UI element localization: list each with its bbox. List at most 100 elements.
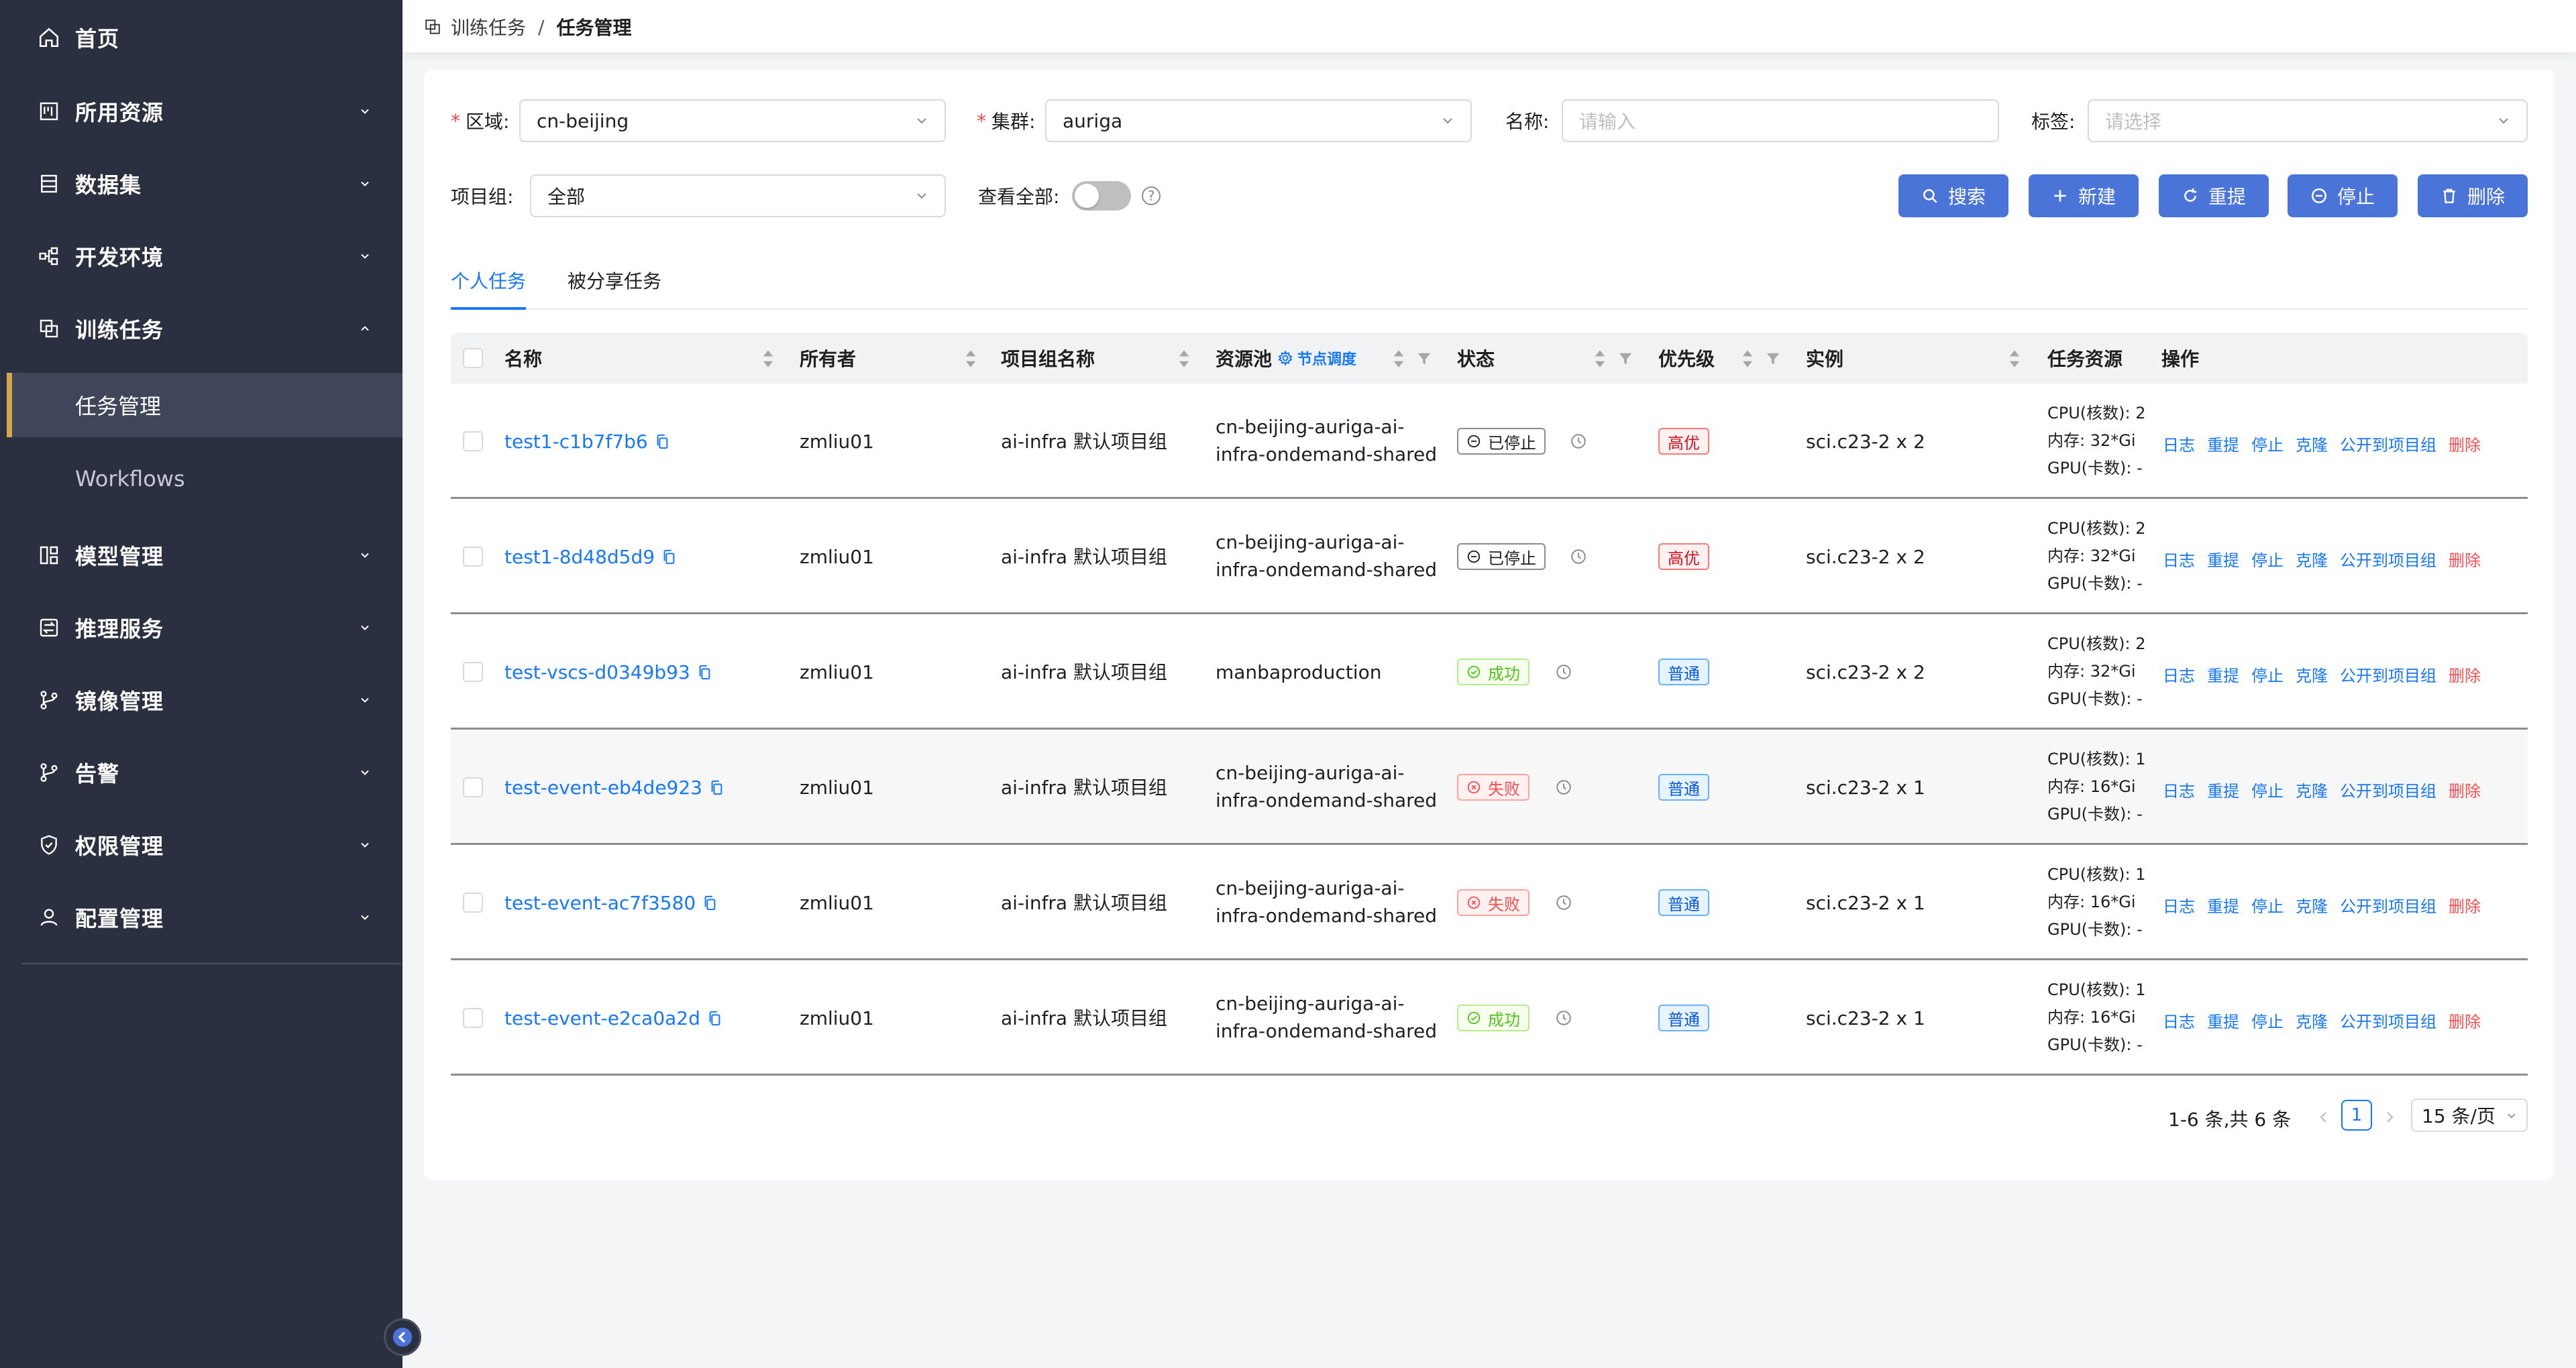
tab-shared-tasks[interactable]: 被分享任务: [568, 267, 661, 294]
filter-icon[interactable]: [1417, 351, 1432, 366]
search-button[interactable]: 搜索: [1898, 174, 2008, 217]
breadcrumb-parent[interactable]: 训练任务: [451, 13, 526, 40]
copy-icon[interactable]: [697, 665, 712, 681]
clone-link[interactable]: 克隆: [2296, 778, 2328, 801]
publish-link[interactable]: 公开到项目组: [2340, 547, 2436, 571]
log-link[interactable]: 日志: [2163, 663, 2195, 686]
copy-icon[interactable]: [702, 895, 717, 911]
publish-link[interactable]: 公开到项目组: [2340, 778, 2436, 801]
delete-link[interactable]: 删除: [2449, 1009, 2481, 1032]
log-link[interactable]: 日志: [2163, 778, 2195, 801]
stop-link[interactable]: 停止: [2251, 778, 2284, 801]
sidebar-subitem-task-management[interactable]: 任务管理: [7, 373, 402, 437]
sort-icon[interactable]: [2008, 350, 2021, 367]
sort-icon[interactable]: [965, 350, 977, 367]
publish-link[interactable]: 公开到项目组: [2340, 663, 2436, 686]
help-icon[interactable]: ?: [1142, 186, 1161, 205]
stop-link[interactable]: 停止: [2251, 547, 2284, 571]
resubmit-link[interactable]: 重提: [2207, 547, 2239, 571]
sidebar-item-models[interactable]: 模型管理: [0, 523, 402, 587]
sort-icon[interactable]: [1393, 350, 1405, 367]
row-checkbox[interactable]: [463, 893, 483, 913]
page-size-select[interactable]: 15 条/页: [2411, 1098, 2528, 1132]
resubmit-link[interactable]: 重提: [2207, 432, 2239, 455]
sort-icon[interactable]: [762, 350, 774, 367]
log-link[interactable]: 日志: [2163, 1009, 2195, 1032]
task-name-link[interactable]: test1-c1b7f7b6: [504, 428, 669, 455]
copy-icon[interactable]: [655, 434, 669, 450]
delete-link[interactable]: 删除: [2449, 432, 2481, 455]
copy-icon[interactable]: [709, 780, 724, 796]
sidebar-item-inference[interactable]: 推理服务: [0, 595, 402, 660]
sidebar-item-datasets[interactable]: 数据集: [0, 152, 402, 216]
sidebar-subitem-workflows[interactable]: Workflows: [7, 447, 402, 511]
task-name-link[interactable]: test-event-ac7f3580: [504, 889, 717, 917]
create-button[interactable]: 新建: [2029, 174, 2139, 217]
sidebar-item-dev-env[interactable]: 开发环境: [0, 224, 402, 288]
col-header-pool[interactable]: 资源池: [1216, 333, 1272, 384]
publish-link[interactable]: 公开到项目组: [2340, 432, 2436, 455]
clock-icon[interactable]: [1555, 1009, 1572, 1027]
prev-page-icon[interactable]: [2316, 1109, 2332, 1125]
clock-icon[interactable]: [1570, 548, 1587, 565]
cluster-select[interactable]: auriga: [1045, 99, 1472, 142]
region-select[interactable]: cn-beijing: [519, 99, 946, 142]
col-header-priority[interactable]: 优先级: [1658, 333, 1715, 384]
stop-link[interactable]: 停止: [2251, 893, 2284, 917]
col-header-instance[interactable]: 实例: [1806, 333, 1843, 384]
delete-link[interactable]: 删除: [2449, 547, 2481, 571]
clock-icon[interactable]: [1555, 894, 1572, 911]
col-header-name[interactable]: 名称: [504, 333, 542, 384]
sidebar-item-permissions[interactable]: 权限管理: [0, 813, 402, 877]
filter-icon[interactable]: [1766, 351, 1780, 366]
delete-link[interactable]: 删除: [2449, 893, 2481, 917]
publish-link[interactable]: 公开到项目组: [2340, 893, 2436, 917]
resubmit-link[interactable]: 重提: [2207, 778, 2239, 801]
copy-icon[interactable]: [661, 549, 676, 565]
log-link[interactable]: 日志: [2163, 547, 2195, 571]
next-page-icon[interactable]: [2381, 1109, 2398, 1125]
resubmit-link[interactable]: 重提: [2207, 1009, 2239, 1032]
stop-link[interactable]: 停止: [2251, 1009, 2284, 1032]
view-all-toggle[interactable]: [1072, 181, 1131, 211]
task-name-link[interactable]: test-event-eb4de923: [504, 774, 724, 801]
task-name-link[interactable]: test-vscs-d0349b93: [504, 659, 712, 686]
col-header-owner[interactable]: 所有者: [800, 333, 856, 384]
log-link[interactable]: 日志: [2163, 432, 2195, 455]
stop-button[interactable]: 停止: [2288, 174, 2398, 217]
delete-link[interactable]: 删除: [2449, 663, 2481, 686]
row-checkbox[interactable]: [463, 547, 483, 567]
page-number-button[interactable]: 1: [2341, 1100, 2372, 1131]
clock-icon[interactable]: [1555, 663, 1572, 681]
sort-icon[interactable]: [1178, 350, 1190, 367]
sidebar-item-resources[interactable]: 所用资源: [0, 79, 402, 144]
col-header-status[interactable]: 状态: [1457, 333, 1495, 384]
tag-select[interactable]: 请选择: [2088, 99, 2528, 142]
row-checkbox[interactable]: [463, 777, 483, 797]
sort-icon[interactable]: [1594, 350, 1606, 367]
row-checkbox[interactable]: [463, 1008, 483, 1028]
sidebar-item-images[interactable]: 镜像管理: [0, 668, 402, 732]
sidebar-item-alerts[interactable]: 告警: [0, 740, 402, 805]
node-scheduling-link[interactable]: 节点调度: [1277, 333, 1356, 384]
name-input[interactable]: 请输入: [1562, 99, 1999, 142]
clone-link[interactable]: 克隆: [2296, 1009, 2328, 1032]
clone-link[interactable]: 克隆: [2296, 547, 2328, 571]
stop-link[interactable]: 停止: [2251, 663, 2284, 686]
publish-link[interactable]: 公开到项目组: [2340, 1009, 2436, 1032]
resubmit-link[interactable]: 重提: [2207, 893, 2239, 917]
clone-link[interactable]: 克隆: [2296, 663, 2328, 686]
task-name-link[interactable]: test1-8d48d5d9: [504, 543, 676, 571]
filter-icon[interactable]: [1618, 351, 1633, 366]
row-checkbox[interactable]: [463, 431, 483, 451]
sidebar-item-training[interactable]: 训练任务: [0, 296, 402, 361]
sort-icon[interactable]: [1741, 350, 1754, 367]
col-header-project[interactable]: 项目组名称: [1001, 333, 1095, 384]
delete-link[interactable]: 删除: [2449, 778, 2481, 801]
tab-personal-tasks[interactable]: 个人任务: [451, 267, 526, 294]
clock-icon[interactable]: [1570, 433, 1587, 450]
sidebar-item-home[interactable]: 首页: [0, 5, 402, 70]
row-checkbox[interactable]: [463, 662, 483, 682]
sidebar-item-config[interactable]: 配置管理: [0, 885, 402, 950]
stop-link[interactable]: 停止: [2251, 432, 2284, 455]
